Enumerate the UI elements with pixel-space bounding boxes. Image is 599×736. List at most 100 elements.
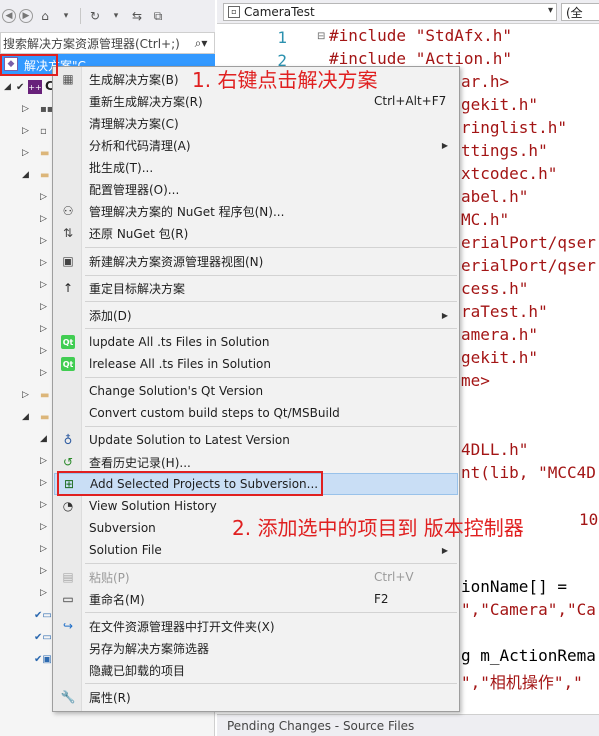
collapse-icon[interactable]: ⧉: [149, 7, 167, 25]
menu-item-label: 粘贴(P): [89, 570, 130, 585]
new-view-icon: ▣: [62, 254, 74, 268]
menu-item-lupdate[interactable]: Qt lupdate All .ts Files in Solution: [54, 331, 458, 353]
menu-item-solution-file[interactable]: Solution File ▶: [54, 539, 458, 561]
search-input[interactable]: 搜索解决方案资源管理器(Ctrl+;): [3, 35, 188, 52]
menu-item-view-history[interactable]: ↺ 查看历史记录(H)...: [54, 451, 458, 473]
menu-item-label: 分析和代码清理(A): [89, 138, 191, 153]
code-fragment: ringlist.h": [461, 118, 567, 137]
menu-item-label: lupdate All .ts Files in Solution: [89, 335, 270, 349]
menu-item-new-view[interactable]: ▣ 新建解决方案资源管理器视图(N): [54, 250, 458, 272]
menu-item-open-in-explorer[interactable]: ↪ 在文件资源管理器中打开文件夹(X): [54, 615, 458, 637]
menu-item-config-manager[interactable]: 配置管理器(O)...: [54, 178, 458, 200]
chevron-down-icon[interactable]: ▾: [548, 5, 553, 16]
menu-item-label: 还原 NuGet 包(R): [89, 226, 189, 241]
annotation-box-add-to-svn: [57, 471, 323, 496]
expander-icon[interactable]: ▷: [40, 302, 47, 312]
menu-item-svn-update[interactable]: ♁ Update Solution to Latest Version: [54, 429, 458, 451]
menu-item-label: 重命名(M): [89, 592, 145, 607]
menu-item-label: Solution File: [89, 543, 162, 557]
expander-icon[interactable]: ◢: [40, 434, 47, 444]
fold-icon[interactable]: ⊟: [317, 31, 325, 42]
dropdown-icon[interactable]: ▾: [57, 7, 75, 25]
scope-combo[interactable]: (全: [561, 3, 599, 21]
menu-separator: [85, 247, 457, 248]
expander-icon[interactable]: ◢: [22, 412, 29, 422]
expander-icon[interactable]: ▷: [40, 544, 47, 554]
menu-item-add[interactable]: 添加(D) ▶: [54, 304, 458, 326]
folder-icon: ▬: [40, 169, 50, 181]
expander-icon[interactable]: ▷: [40, 346, 47, 356]
expander-icon[interactable]: ◢: [4, 82, 11, 92]
expander-icon[interactable]: ▷: [40, 566, 47, 576]
menu-item-manage-nuget[interactable]: ⚇ 管理解决方案的 NuGet 程序包(N)...: [54, 200, 458, 222]
bottom-tab-label: Pending Changes - Source Files: [227, 718, 415, 733]
menu-item-label: 生成解决方案(B): [89, 72, 179, 87]
code-fragment: ar.h>: [461, 72, 510, 91]
project-icon: ++: [28, 80, 42, 94]
pending-changes-tab[interactable]: Pending Changes - Source Files: [217, 714, 599, 736]
menu-item-label: 重定目标解决方案: [89, 281, 186, 296]
menu-separator: [85, 683, 457, 684]
menu-item-rebuild-solution[interactable]: 重新生成解决方案(R) Ctrl+Alt+F7: [54, 90, 458, 112]
menu-item-lrelease[interactable]: Qt lrelease All .ts Files in Solution: [54, 353, 458, 375]
code-fragment: gekit.h": [461, 348, 539, 367]
menu-item-properties[interactable]: 🔧 属性(R): [54, 686, 458, 708]
nuget-icon: ⚇: [62, 204, 74, 218]
menu-item-clean-solution[interactable]: 清理解决方案(C): [54, 112, 458, 134]
expander-icon[interactable]: ▷: [40, 324, 47, 334]
menu-item-change-qt-version[interactable]: Change Solution's Qt Version: [54, 380, 458, 402]
menu-item-convert-build-steps[interactable]: Convert custom build steps to Qt/MSBuild: [54, 402, 458, 424]
menu-item-retarget[interactable]: ↑ 重定目标解决方案: [54, 277, 458, 299]
expander-icon[interactable]: ▷: [22, 104, 29, 114]
submenu-arrow-icon: ▶: [441, 140, 448, 150]
expander-icon[interactable]: ▷: [22, 390, 29, 400]
menu-item-paste[interactable]: ▤ 粘贴(P) Ctrl+V: [54, 566, 458, 588]
code-fragment: cess.h": [461, 279, 529, 298]
menu-item-restore-nuget[interactable]: ⇅ 还原 NuGet 包(R): [54, 222, 458, 244]
search-box[interactable]: 搜索解决方案资源管理器(Ctrl+;) ⌕▾: [0, 32, 215, 54]
expander-icon[interactable]: ▷: [40, 258, 47, 268]
folder-icon: ▬: [40, 389, 50, 401]
back-icon[interactable]: ◀: [2, 9, 16, 23]
history-icon[interactable]: ↻: [86, 7, 104, 25]
menu-item-save-filter[interactable]: 另存为解决方案筛选器: [54, 637, 458, 659]
menu-item-rename[interactable]: ▭ 重命名(M) F2: [54, 588, 458, 610]
expander-icon[interactable]: ▷: [22, 126, 29, 136]
toolbar-separator: [80, 8, 81, 24]
expander-icon[interactable]: ▷: [40, 588, 47, 598]
sync-icon[interactable]: ⇆: [128, 7, 146, 25]
code-fragment: g m_ActionRema: [461, 646, 596, 665]
search-icon[interactable]: ⌕▾: [188, 36, 214, 51]
code-fragment: erialPort/qser: [461, 233, 596, 252]
submenu-arrow-icon: ▶: [441, 310, 448, 320]
home-icon[interactable]: ⌂: [36, 7, 54, 25]
menu-item-analyze[interactable]: 分析和代码清理(A) ▶: [54, 134, 458, 156]
svn-update-icon: ♁: [63, 433, 73, 447]
file-combo-label: CameraTest: [244, 5, 315, 19]
annotation-box-solution: [0, 54, 58, 76]
expander-icon[interactable]: ▷: [22, 148, 29, 158]
expander-icon[interactable]: ▷: [40, 456, 47, 466]
dropdown-icon[interactable]: ▾: [107, 7, 125, 25]
line-number: 1: [277, 28, 287, 47]
menu-item-batch-build[interactable]: 批生成(T)...: [54, 156, 458, 178]
context-menu: ▦ 生成解决方案(B) 重新生成解决方案(R) Ctrl+Alt+F7 清理解决…: [52, 66, 460, 712]
file-combo[interactable]: ▫ CameraTest ▾: [223, 3, 557, 21]
menu-item-hide-unloaded[interactable]: 隐藏已卸载的项目: [54, 659, 458, 681]
expander-icon[interactable]: ▷: [40, 368, 47, 378]
expander-icon[interactable]: ▷: [40, 500, 47, 510]
menu-item-shortcut: Ctrl+V: [374, 570, 414, 584]
expander-icon[interactable]: ▷: [40, 280, 47, 290]
qt-icon: Qt: [60, 334, 76, 350]
expander-icon[interactable]: ◢: [22, 170, 29, 180]
expander-icon[interactable]: ▷: [40, 214, 47, 224]
build-icon: ▦: [62, 72, 74, 86]
restore-icon: ⇅: [62, 226, 74, 240]
expander-icon[interactable]: ▷: [40, 192, 47, 202]
expander-icon[interactable]: ▷: [40, 478, 47, 488]
expander-icon[interactable]: ▷: [40, 522, 47, 532]
expander-icon[interactable]: ▷: [40, 236, 47, 246]
forward-icon[interactable]: ▶: [19, 9, 33, 23]
code-fragment: raTest.h": [461, 302, 548, 321]
menu-separator: [85, 612, 457, 613]
